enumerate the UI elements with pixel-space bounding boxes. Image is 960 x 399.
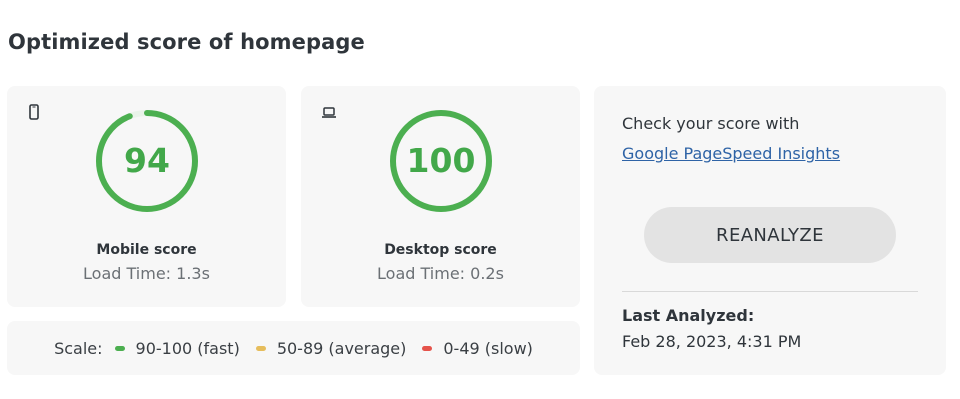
scale-item-fast: 90-100 (fast) bbox=[135, 338, 240, 358]
scale-dot-average bbox=[255, 345, 266, 351]
scale-dot-fast bbox=[114, 345, 125, 351]
desktop-score-card: 100 Desktop score Load Time: 0.2s bbox=[301, 86, 580, 307]
page-title: Optimized score of homepage bbox=[8, 30, 365, 54]
scale-legend: Scale: 90-100 (fast) 50-89 (average) 0-4… bbox=[7, 321, 580, 375]
scale-item-slow: 0-49 (slow) bbox=[443, 338, 533, 358]
mobile-phone-icon bbox=[29, 104, 39, 120]
mobile-score-label: Mobile score bbox=[96, 242, 197, 258]
reanalyze-button[interactable]: REANALYZE bbox=[644, 207, 896, 263]
desktop-score-value: 100 bbox=[406, 141, 476, 180]
scale-title: Scale: bbox=[54, 338, 103, 358]
mobile-score-card: 94 Mobile score Load Time: 1.3s bbox=[7, 86, 286, 307]
laptop-icon bbox=[322, 107, 336, 118]
divider bbox=[622, 291, 918, 292]
last-analyzed-label: Last Analyzed: bbox=[622, 306, 755, 325]
desktop-score-label: Desktop score bbox=[384, 242, 497, 258]
pagespeed-insights-link[interactable]: Google PageSpeed Insights bbox=[622, 144, 840, 163]
analysis-panel: Check your score with Google PageSpeed I… bbox=[594, 86, 946, 375]
mobile-score-value: 94 bbox=[124, 141, 170, 180]
scale-item-average: 50-89 (average) bbox=[276, 338, 407, 358]
desktop-load-time: Load Time: 0.2s bbox=[377, 264, 504, 283]
check-score-text: Check your score with bbox=[622, 114, 800, 133]
mobile-load-time: Load Time: 1.3s bbox=[83, 264, 210, 283]
scale-dot-slow bbox=[422, 345, 433, 351]
last-analyzed-value: Feb 28, 2023, 4:31 PM bbox=[622, 332, 802, 351]
